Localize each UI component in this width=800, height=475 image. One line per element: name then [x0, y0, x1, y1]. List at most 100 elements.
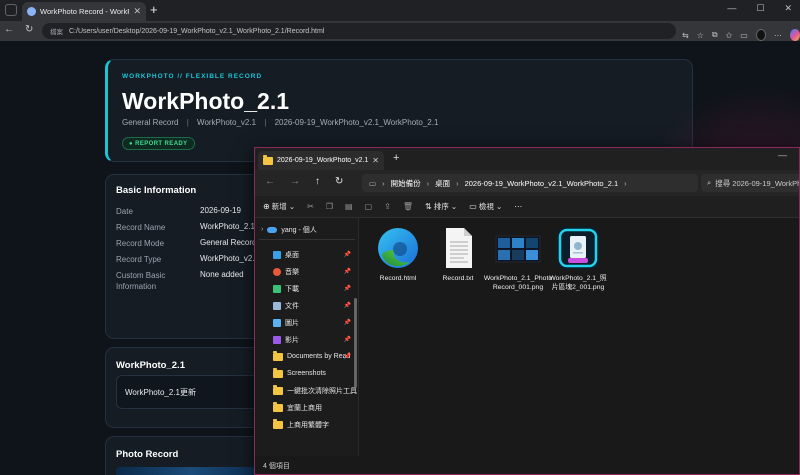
- info-value: General Record: [200, 238, 257, 247]
- tab-actions-icon[interactable]: [5, 4, 17, 16]
- favorites-icon[interactable]: ✩: [726, 31, 733, 40]
- forward-arrow-icon[interactable]: →: [290, 176, 300, 187]
- view-label: 檢視: [478, 202, 494, 211]
- rename-icon[interactable]: ▢: [365, 202, 373, 211]
- sidebar-item-yilan[interactable]: 宜蘭上商用: [273, 401, 351, 414]
- translate-icon[interactable]: ⇆: [682, 31, 689, 40]
- minimize-icon[interactable]: —: [778, 150, 787, 160]
- new-button[interactable]: ⊕ 新增 ⌄: [263, 201, 295, 212]
- sidebar-scrollbar[interactable]: [354, 298, 357, 388]
- sidebar-item-documents[interactable]: 文件 📌: [273, 299, 351, 312]
- close-tab-icon[interactable]: ✕: [372, 156, 379, 165]
- file-item[interactable]: Record.txt: [428, 224, 488, 284]
- file-item[interactable]: WorkPhoto_2.1_Photo Record_001.png: [484, 224, 552, 292]
- profile-avatar[interactable]: [755, 29, 766, 41]
- info-key: Record Type: [116, 255, 162, 264]
- meta-version: WorkPhoto_v2.1: [197, 118, 257, 127]
- close-window-icon[interactable]: ✕: [784, 3, 792, 14]
- up-arrow-icon[interactable]: ↑: [315, 176, 320, 187]
- breadcrumb-folder[interactable]: 2026-09-19_WorkPhoto_v2.1_WorkPhoto_2.1: [465, 179, 619, 188]
- file-name: Record.html: [379, 275, 417, 282]
- sidebar-item-label: 下載: [285, 285, 299, 293]
- folder-icon: [273, 418, 283, 429]
- text-file-icon: [446, 228, 472, 268]
- info-value: WorkPhoto_2.1: [200, 222, 255, 231]
- paste-icon[interactable]: ▤: [345, 202, 353, 211]
- meta-separator: |: [186, 118, 189, 127]
- search-input[interactable]: ⌕ 搜尋 2026-09-19_WorkPhoto_v2.1: [701, 174, 799, 192]
- breadcrumb[interactable]: ▭ › 開始備份 › 桌面 › 2026-09-19_WorkPhoto_v2.…: [362, 174, 698, 192]
- copilot-icon[interactable]: [789, 29, 800, 41]
- minimize-icon[interactable]: —: [727, 3, 736, 14]
- view-button[interactable]: ▭ 檢視 ⌄: [469, 201, 502, 212]
- collections-icon[interactable]: ▭: [740, 31, 748, 40]
- refresh-icon[interactable]: ↻: [335, 176, 343, 187]
- globe-icon: [27, 7, 36, 16]
- workphoto-update-text: WorkPhoto_2.1更新: [116, 375, 266, 409]
- back-arrow-icon[interactable]: ←: [265, 176, 275, 187]
- pin-icon: 📌: [343, 286, 351, 292]
- sidebar-item-label: 音樂: [285, 268, 299, 276]
- breadcrumb-root[interactable]: 開始備份: [391, 178, 421, 189]
- sidebar-item-label: Documents by Read: [287, 353, 351, 360]
- hero-meta: General Record | WorkPhoto_v2.1 | 2026-0…: [122, 118, 438, 127]
- meta-folder: 2026-09-19_WorkPhoto_v2.1_WorkPhoto_2.1: [274, 118, 439, 127]
- browser-tab[interactable]: WorkPhoto Record - WorkPhoto_2.1 ✕: [22, 2, 146, 21]
- file-name: Record.txt: [442, 275, 474, 282]
- address-url[interactable]: C:/Users/user/Desktop/2026-09-19_WorkPho…: [69, 28, 324, 35]
- photo-record-image: [116, 467, 266, 475]
- share-icon[interactable]: ⇪: [384, 202, 391, 211]
- explorer-file-area: Record.html Record.txt WorkPhoto_2.1_Pho…: [360, 218, 799, 456]
- copy-icon[interactable]: ❐: [326, 202, 333, 211]
- photo-record-card: Photo Record: [105, 436, 266, 475]
- info-key: Record Name: [116, 223, 166, 232]
- sort-button[interactable]: ⇅ 排序 ⌄: [425, 201, 457, 212]
- pin-icon: 📌: [343, 337, 351, 343]
- sidebar-item-documents-by-read[interactable]: Documents by Read 📌: [273, 350, 351, 363]
- more-menu-icon[interactable]: ⋯: [774, 31, 782, 40]
- new-label: 新增: [271, 202, 287, 211]
- refresh-icon[interactable]: ↻: [25, 24, 33, 35]
- browser-tab-bar: WorkPhoto Record - WorkPhoto_2.1 ✕ + — ☐…: [0, 0, 800, 21]
- computer-icon: ▭: [369, 178, 377, 188]
- address-info-label[interactable]: 檔案: [50, 26, 63, 36]
- status-badge: ● REPORT READY: [122, 137, 195, 150]
- back-arrow-icon[interactable]: ←: [4, 24, 14, 35]
- sidebar-item-downloads[interactable]: 下載 📌: [273, 282, 351, 295]
- folder-icon: [273, 401, 283, 412]
- sidebar-item-desktop[interactable]: 桌面 📌: [273, 248, 351, 261]
- new-tab-button[interactable]: +: [150, 2, 158, 17]
- maximize-icon[interactable]: ☐: [756, 3, 764, 14]
- sidebar-item-batch-tool[interactable]: 一鍵批次清除照片工具: [273, 384, 357, 397]
- favorite-star-icon[interactable]: ☆: [697, 31, 704, 40]
- sidebar-item-traditional[interactable]: 上商用繁體字: [273, 418, 351, 431]
- chevron-right-icon[interactable]: ›: [261, 226, 263, 233]
- cut-icon[interactable]: ✂: [307, 202, 314, 211]
- explorer-tab[interactable]: 2026-09-19_WorkPhoto_v2.1_WorkPhoto_2.1 …: [258, 151, 384, 170]
- sidebar-item-screenshots[interactable]: Screenshots: [273, 367, 351, 380]
- extensions-icon[interactable]: ⧉: [712, 30, 718, 40]
- folder-icon: [273, 384, 283, 395]
- close-tab-icon[interactable]: ✕: [133, 6, 141, 17]
- delete-icon[interactable]: 🗑: [403, 202, 413, 211]
- sidebar-item-music[interactable]: 音樂 📌: [273, 265, 351, 278]
- search-icon: ⌕: [707, 178, 712, 187]
- file-item[interactable]: WorkPhoto_2.1_照片區塊2_001.png: [548, 224, 608, 292]
- more-menu-icon[interactable]: ⋯: [514, 202, 522, 211]
- sidebar-item-videos[interactable]: 影片 📌: [273, 333, 351, 346]
- edge-icon: [378, 228, 418, 268]
- explorer-command-bar: ⊕ 新增 ⌄ ✂ ❐ ▤ ▢ ⇪ 🗑 ⇅ 排序 ⌄ ▭ 檢視 ⌄ ⋯: [255, 196, 799, 218]
- app-image-icon: [557, 227, 599, 269]
- photo-record-heading: Photo Record: [116, 449, 179, 460]
- browser-toolbar: ← ↻ 檔案 C:/Users/user/Desktop/2026-09-19_…: [0, 21, 800, 41]
- sidebar-item-onedrive[interactable]: › yang - 個人: [261, 223, 356, 236]
- sort-label: 排序: [433, 202, 449, 211]
- address-bar[interactable]: 檔案 C:/Users/user/Desktop/2026-09-19_Work…: [42, 23, 676, 39]
- sidebar-item-label: 上商用繁體字: [287, 421, 329, 429]
- sidebar-item-label: 影片: [285, 336, 299, 344]
- sidebar-item-pictures[interactable]: 圖片 📌: [273, 316, 351, 329]
- breadcrumb-desktop[interactable]: 桌面: [435, 178, 450, 189]
- new-tab-button[interactable]: +: [393, 152, 399, 164]
- pin-icon: 📌: [343, 269, 351, 275]
- file-item[interactable]: Record.html: [368, 224, 428, 284]
